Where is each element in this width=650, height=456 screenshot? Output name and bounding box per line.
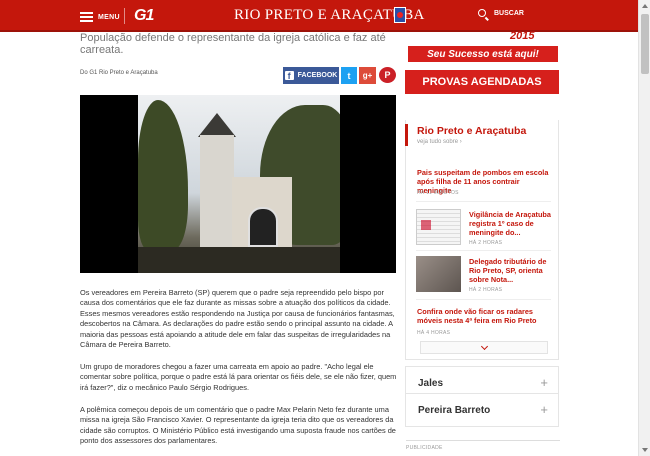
photo-tree-left bbox=[138, 100, 188, 250]
search-label: BUSCAR bbox=[494, 9, 524, 17]
googleplus-share-button[interactable]: g+ bbox=[359, 67, 376, 84]
facebook-share-button[interactable]: f FACEBOOK bbox=[283, 67, 339, 84]
more-news-button[interactable] bbox=[420, 341, 548, 354]
city-label: Pereira Barreto bbox=[418, 405, 491, 416]
news-item-thumbnail[interactable] bbox=[416, 209, 461, 245]
twitter-icon: t bbox=[347, 70, 351, 81]
googleplus-icon: g+ bbox=[362, 71, 373, 80]
search-button[interactable]: BUSCAR bbox=[478, 9, 524, 17]
news-divider bbox=[416, 250, 551, 251]
article-paragraph: A polêmica começou depois de um comentár… bbox=[80, 405, 396, 446]
news-item-time: HÁ 2 HORAS bbox=[469, 287, 503, 293]
news-item-thumbnail[interactable] bbox=[416, 256, 461, 292]
news-item-title[interactable]: Confira onde vão ficar os radares móveis… bbox=[417, 307, 557, 325]
article-credit: Do G1 Rio Preto e Araçatuba bbox=[80, 70, 158, 76]
regional-news-accent bbox=[405, 124, 408, 146]
menu-button[interactable]: MENU bbox=[80, 9, 120, 25]
pinterest-icon: P bbox=[384, 70, 391, 80]
photo-ground bbox=[138, 247, 340, 273]
provas-agendadas-button[interactable]: PROVAS AGENDADAS bbox=[405, 70, 559, 94]
scroll-down-icon[interactable] bbox=[642, 448, 648, 452]
chevron-down-icon bbox=[480, 342, 488, 350]
regional-news-see-all[interactable]: veja tudo sobre › bbox=[417, 139, 462, 145]
city-accordion-pereira-barreto[interactable]: Pereira Barreto + bbox=[405, 393, 559, 427]
top-navigation-bar: MENU G1 RIO PRETO E ARAÇATUBA BUSCAR bbox=[0, 0, 650, 32]
facebook-share-label: FACEBOOK bbox=[297, 72, 338, 79]
scroll-up-icon[interactable] bbox=[642, 4, 648, 8]
city-label: Jales bbox=[418, 378, 444, 389]
photo-church-tower bbox=[200, 135, 234, 247]
ad-divider bbox=[406, 440, 560, 441]
page-scrollbar[interactable] bbox=[638, 0, 650, 456]
article-subtitle: População defende o representante da igr… bbox=[80, 32, 386, 56]
article-paragraph: Um grupo de moradores chegou a fazer uma… bbox=[80, 362, 397, 392]
city-flag-icon bbox=[394, 7, 406, 23]
ad-banner-slogan[interactable]: Seu Sucesso está aqui! bbox=[408, 46, 558, 62]
scroll-thumb[interactable] bbox=[641, 14, 649, 74]
photo-church-door bbox=[248, 207, 278, 247]
menu-label: MENU bbox=[98, 13, 120, 21]
plus-icon: + bbox=[540, 375, 548, 390]
church-photo bbox=[138, 95, 340, 273]
photo-church-spire bbox=[198, 113, 236, 137]
publicidade-label: PUBLICIDADE bbox=[406, 445, 443, 451]
header-divider bbox=[124, 8, 125, 24]
twitter-share-button[interactable]: t bbox=[341, 67, 357, 84]
plus-icon: + bbox=[540, 402, 548, 417]
article-photo[interactable] bbox=[80, 95, 396, 273]
facebook-icon: f bbox=[284, 71, 294, 81]
ad-banner-year: 2015 bbox=[510, 30, 535, 42]
regional-news-title[interactable]: Rio Preto e Araçatuba bbox=[417, 125, 526, 137]
search-icon bbox=[478, 9, 486, 17]
news-item-time: HÁ 11 MINUTOS bbox=[417, 190, 459, 196]
news-item-title[interactable]: Delegado tributário de Rio Preto, SP, or… bbox=[469, 257, 555, 284]
hamburger-icon bbox=[80, 12, 93, 22]
pinterest-share-button[interactable]: P bbox=[379, 67, 396, 83]
news-item-title[interactable]: Vigilância de Araçatuba registra 1º caso… bbox=[469, 210, 555, 237]
news-divider bbox=[416, 201, 551, 202]
news-item-time: HÁ 4 HORAS bbox=[417, 330, 451, 336]
news-divider bbox=[416, 299, 551, 300]
g1-logo[interactable]: G1 bbox=[134, 7, 154, 25]
article-paragraph: Os vereadores em Pereira Barreto (SP) qu… bbox=[80, 288, 395, 350]
news-item-time: HÁ 2 HORAS bbox=[469, 240, 503, 246]
